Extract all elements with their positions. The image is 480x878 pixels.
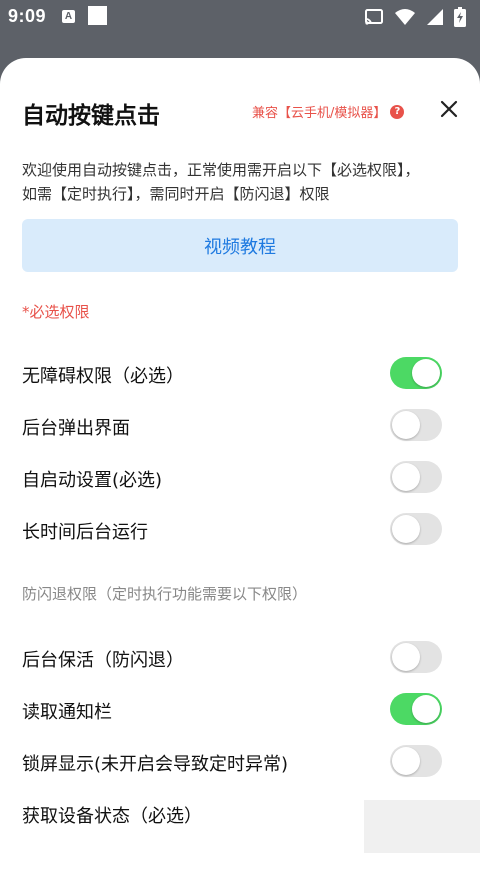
background-popup-toggle[interactable] [390,409,442,441]
wifi-icon [395,9,415,25]
permission-row-keepalive[interactable]: 后台保活（防闪退） [0,638,480,678]
permission-label: 自启动设置(必选) [22,470,163,491]
bottom-right-overlay [364,800,480,853]
permission-label: 无障碍权限（必选） [22,366,184,387]
permission-label: 后台弹出界面 [22,418,130,439]
help-icon[interactable]: ? [390,104,405,119]
video-tutorial-button[interactable]: 视频教程 [22,219,458,272]
notification-square-icon [88,6,107,25]
toggle-knob [392,463,420,491]
antiflash-section-label: 防闪退权限（定时执行功能需要以下权限） [22,585,308,603]
permission-row-notification[interactable]: 读取通知栏 [0,690,480,730]
accessibility-toggle[interactable] [390,357,442,389]
cast-icon [365,9,383,25]
toggle-knob [392,643,420,671]
permission-label: 锁屏显示(未开启会导致定时异常) [22,754,289,775]
battery-icon [454,7,466,27]
permission-row-accessibility[interactable]: 无障碍权限（必选） [0,354,480,394]
required-section-label: *必选权限 [22,303,90,321]
permission-label: 获取设备状态（必选） [22,806,202,827]
signal-icon [427,9,443,25]
long-background-toggle[interactable] [390,513,442,545]
status-bar: 9:09 A [0,0,480,34]
compat-link[interactable]: 兼容【云手机/模拟器】 ? [252,102,405,121]
toggle-knob [412,695,440,723]
status-time: 9:09 [8,6,47,26]
permission-label: 读取通知栏 [22,702,112,723]
permission-label: 后台保活（防闪退） [22,650,184,671]
notification-toggle[interactable] [390,693,442,725]
intro-text: 欢迎使用自动按键点击，正常使用需开启以下【必选权限】，如需【定时执行】，需同时开… [22,161,420,203]
toggle-knob [412,359,440,387]
toggle-knob [392,747,420,775]
permission-row-lockscreen[interactable]: 锁屏显示(未开启会导致定时异常) [0,742,480,782]
permission-row-background-popup[interactable]: 后台弹出界面 [0,406,480,446]
toggle-knob [392,515,420,543]
compat-label: 兼容【云手机/模拟器】 [252,106,387,121]
lockscreen-toggle[interactable] [390,745,442,777]
permission-row-long-background[interactable]: 长时间后台运行 [0,510,480,550]
permission-sheet: 自动按键点击 兼容【云手机/模拟器】 ? 欢迎使用自动按键点击，正常使用需开启以… [0,58,480,878]
dialog-title: 自动按键点击 [22,103,160,129]
keepalive-toggle[interactable] [390,641,442,673]
autostart-toggle[interactable] [390,461,442,493]
close-icon[interactable] [438,98,460,120]
toggle-knob [392,411,420,439]
notification-a-icon: A [62,10,75,23]
permission-row-autostart[interactable]: 自启动设置(必选) [0,458,480,498]
permission-label: 长时间后台运行 [22,522,148,543]
